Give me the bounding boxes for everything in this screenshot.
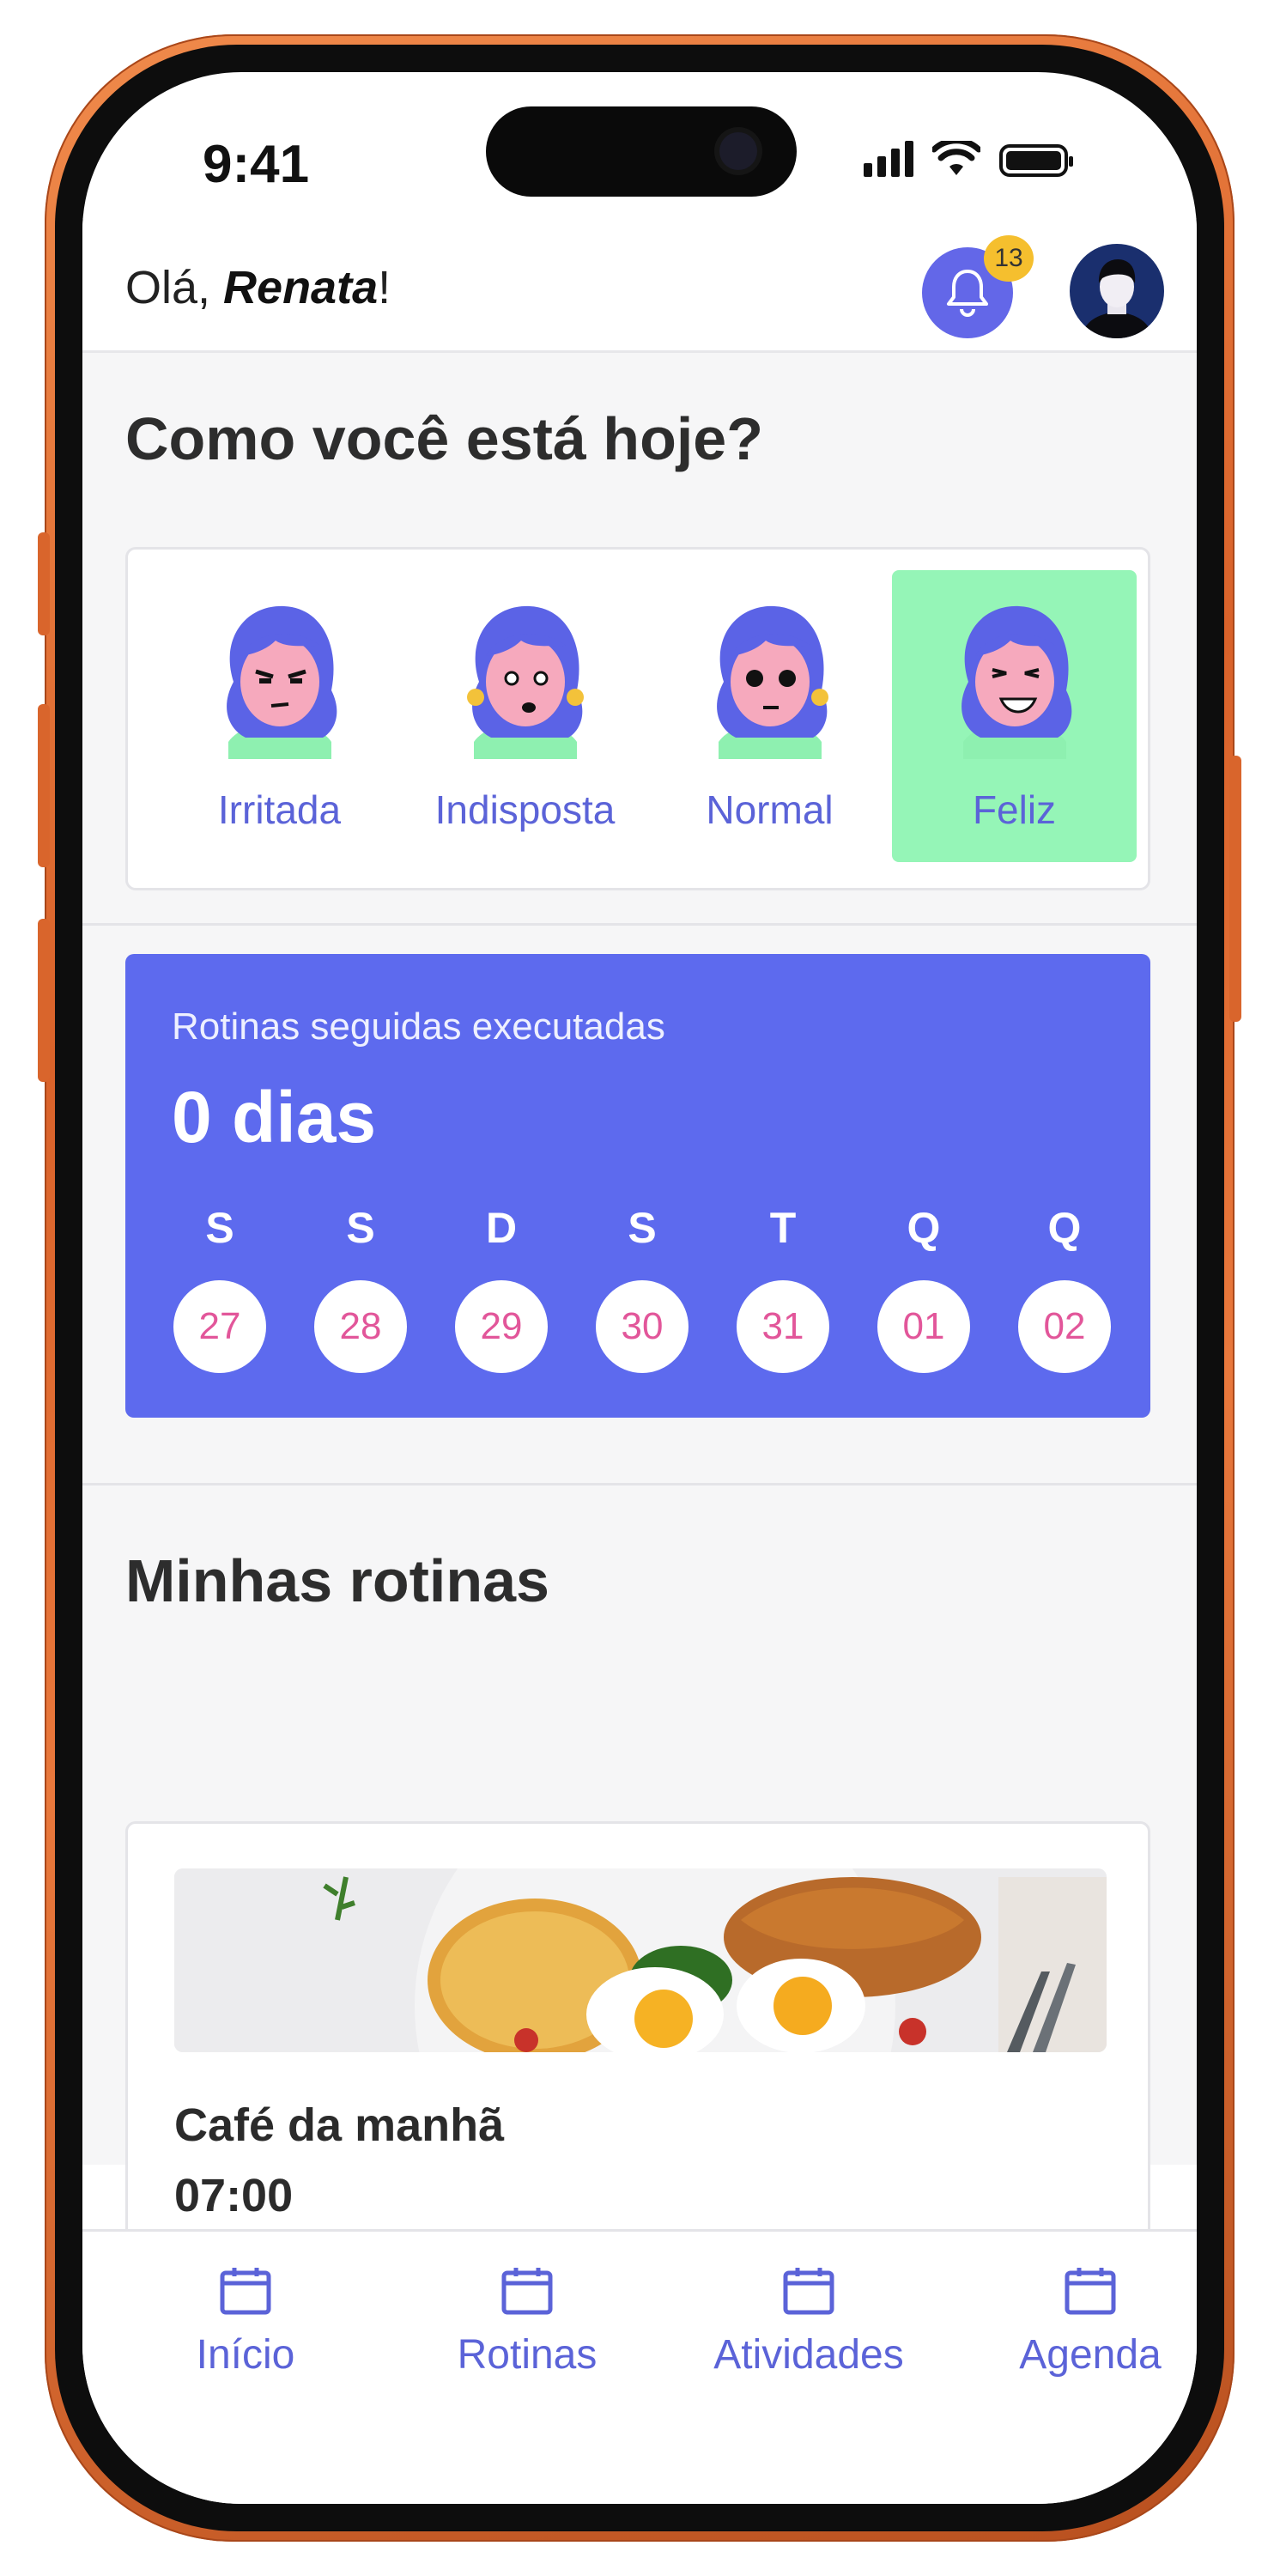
weekday-letter: S (628, 1204, 657, 1252)
nav-label: Início (196, 2332, 295, 2378)
angry-face-icon (226, 605, 337, 759)
calendar-icon (220, 2268, 271, 2315)
notification-count-badge: 13 (984, 235, 1034, 282)
mood-section-title: Como você está hoje? (125, 405, 763, 472)
camera-icon (719, 132, 757, 170)
mood-label: Feliz (972, 787, 1057, 832)
main-content: Como você está hoje? Irritada Indisposta… (82, 353, 1197, 2336)
day-number[interactable]: 31 (737, 1280, 829, 1373)
mood-label: Irritada (217, 787, 342, 832)
weekday-letter: T (769, 1204, 797, 1252)
cellular-signal-icon (864, 139, 913, 177)
phone-screen: 9:41 Olá, Renata! 13 Como você está hoje… (82, 72, 1197, 2504)
status-time: 9:41 (203, 135, 310, 194)
app-header: Olá, Renata! 13 (82, 218, 1197, 353)
day-number[interactable]: 02 (1018, 1280, 1111, 1373)
unwell-face-icon (466, 605, 584, 759)
greeting-suffix: ! (378, 262, 391, 313)
day-number[interactable]: 27 (173, 1280, 266, 1373)
weekday-letter: D (485, 1204, 518, 1252)
greeting-prefix: Olá, (125, 262, 224, 313)
nav-item-rotinas[interactable]: Rotinas (407, 2266, 647, 2379)
avatar[interactable] (1070, 244, 1164, 338)
greeting-text: Olá, Renata! (125, 261, 391, 314)
mood-selector-card: Irritada Indisposta Normal Feliz (125, 547, 1150, 890)
power-button (1229, 756, 1241, 1022)
day-number[interactable]: 01 (877, 1280, 970, 1373)
streak-subtitle: Rotinas seguidas executadas (172, 1005, 665, 1048)
nav-item-agenda[interactable]: Agenda (970, 2266, 1197, 2379)
bell-icon (947, 270, 988, 317)
nav-label: Atividades (713, 2332, 904, 2378)
neutral-face-icon (716, 605, 828, 759)
mood-label: Normal (706, 787, 834, 832)
volume-up-button (38, 704, 50, 867)
mood-option-indisposta[interactable]: Indisposta (403, 570, 647, 862)
nav-item-atividades[interactable]: Atividades (689, 2266, 929, 2379)
mood-option-normal[interactable]: Normal (647, 570, 892, 862)
volume-down-button (38, 919, 50, 1082)
section-divider (82, 1483, 1197, 1485)
nav-label: Agenda (1019, 2332, 1162, 2378)
weekday-letter: Q (1047, 1204, 1082, 1252)
calendar-icon (501, 2268, 553, 2315)
action-button (38, 532, 50, 635)
weekday-letter: S (205, 1204, 234, 1252)
happy-face-icon (961, 605, 1071, 759)
weekday-letter: S (346, 1204, 375, 1252)
breakfast-image (174, 1868, 1107, 2052)
battery-icon (999, 144, 1073, 177)
dynamic-island (486, 106, 797, 197)
calendar-icon (783, 2268, 834, 2315)
streak-card: Rotinas seguidas executadas 0 dias S S D… (125, 954, 1150, 1418)
bottom-navigation: Início Rotinas Atividades Agenda (82, 2229, 1197, 2504)
streak-value: 0 dias (172, 1077, 377, 1157)
user-name: Renata (223, 262, 379, 313)
routine-name: Café da manhã (174, 2099, 505, 2151)
mood-label: Indisposta (434, 787, 616, 832)
status-bar: 9:41 (82, 72, 1197, 218)
day-number[interactable]: 30 (596, 1280, 689, 1373)
mood-option-irritada[interactable]: Irritada (157, 570, 402, 862)
routine-time: 07:00 (174, 2170, 294, 2221)
section-divider (82, 923, 1197, 926)
mood-option-feliz[interactable]: Feliz (892, 570, 1137, 862)
breakfast-photo (174, 1868, 1107, 2052)
system-icons (864, 139, 1073, 177)
weekday-letter: Q (907, 1204, 941, 1252)
nav-label: Rotinas (457, 2332, 598, 2378)
user-avatar-icon (1083, 259, 1151, 338)
nav-item-inicio[interactable]: Início (125, 2266, 366, 2379)
calendar-icon (1065, 2268, 1116, 2315)
wifi-icon (932, 141, 980, 175)
routines-section-title: Minhas rotinas (125, 1547, 549, 1614)
day-number[interactable]: 29 (455, 1280, 548, 1373)
day-number[interactable]: 28 (314, 1280, 407, 1373)
